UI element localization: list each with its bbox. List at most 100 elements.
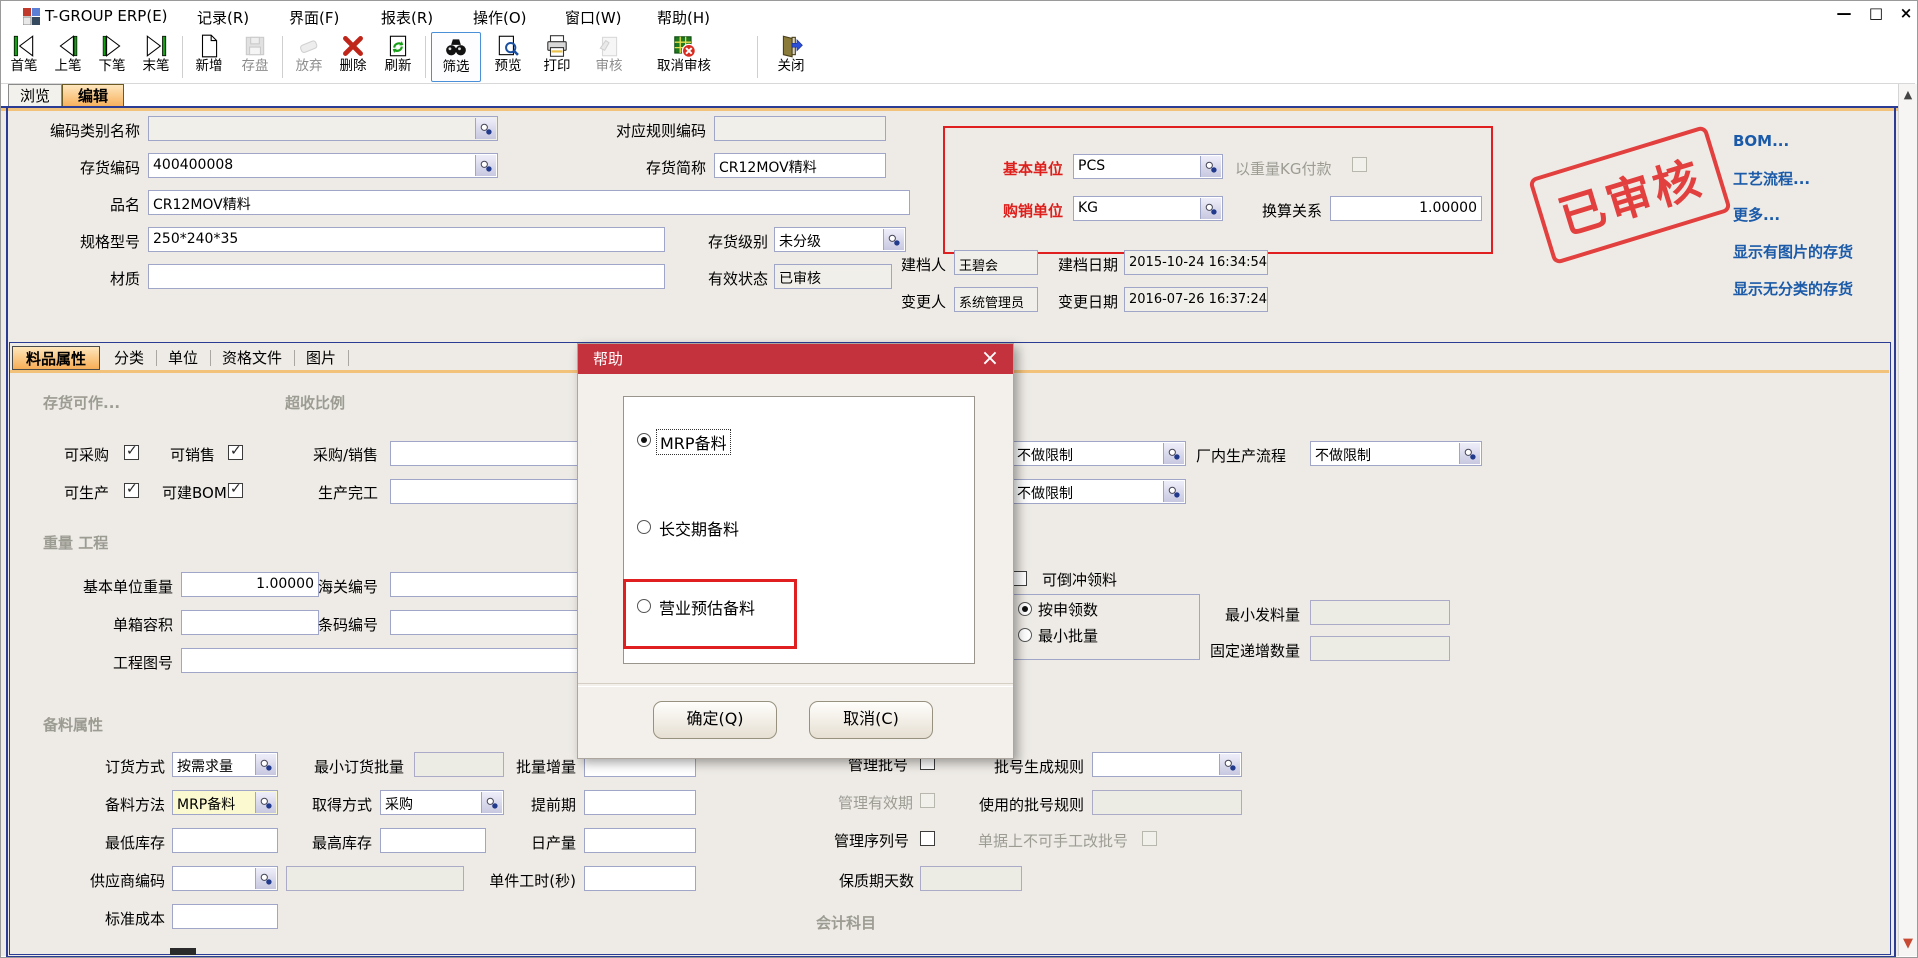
dialog-radio-mrp[interactable] — [637, 433, 651, 447]
coding-category-field[interactable] — [148, 116, 498, 141]
tab-edit[interactable]: 编辑 — [62, 84, 124, 108]
lookup-icon[interactable] — [1200, 156, 1221, 177]
prod-finish-field[interactable] — [390, 479, 590, 504]
can-bom-checkbox[interactable] — [228, 483, 243, 498]
purchasable-checkbox[interactable] — [124, 445, 139, 460]
factory-flow-field[interactable]: 不做限制 — [1310, 441, 1482, 466]
lookup-icon[interactable] — [475, 118, 496, 139]
menu-help[interactable]: 帮助(H) — [657, 7, 710, 28]
menu-window[interactable]: 窗口(W) — [565, 7, 622, 28]
producible-checkbox[interactable] — [124, 483, 139, 498]
supplier-field[interactable] — [172, 866, 278, 891]
batch-rule-field[interactable] — [1092, 752, 1242, 777]
spec-field[interactable]: 250*240*35 — [148, 227, 665, 252]
link-more[interactable]: 更多... — [1733, 204, 1780, 225]
lookup-icon[interactable] — [1163, 443, 1184, 464]
menu-action[interactable]: 操作(O) — [473, 7, 527, 28]
lookup-icon[interactable] — [1459, 443, 1480, 464]
link-show-unclassified[interactable]: 显示无分类的存货 — [1733, 278, 1853, 299]
link-show-with-images[interactable]: 显示有图片的存货 — [1733, 241, 1853, 262]
mgr-serial-checkbox[interactable] — [920, 831, 935, 846]
std-cost-field[interactable] — [172, 904, 278, 929]
restore-button[interactable]: □ — [1863, 4, 1889, 22]
lookup-icon[interactable] — [255, 868, 276, 889]
subtab-image[interactable]: 图片 — [298, 346, 344, 370]
lookup-icon[interactable] — [883, 229, 904, 250]
ok-button[interactable]: 确定(Q) — [653, 701, 777, 739]
base-unit-field[interactable]: PCS — [1073, 154, 1223, 179]
lookup-icon[interactable] — [1163, 481, 1184, 502]
toolbar-delete[interactable]: 删除 — [331, 32, 375, 80]
dialog-option-mrp-label[interactable]: MRP备料 — [656, 429, 731, 455]
close-button[interactable]: × — [1893, 4, 1918, 22]
barcode-field[interactable] — [390, 610, 590, 635]
dialog-option-forecast-label[interactable]: 营业预估备料 — [659, 595, 755, 619]
item-code-field[interactable]: 400400008 — [148, 153, 498, 178]
unit-time-field[interactable] — [584, 866, 696, 891]
toolbar-prev-record[interactable]: 上笔 — [47, 32, 89, 80]
scroll-down-icon[interactable]: ▼ — [1899, 936, 1917, 951]
toolbar-filter[interactable]: 筛选 — [431, 32, 481, 82]
toolbar-last-record[interactable]: 末笔 — [135, 32, 177, 80]
tab-browse[interactable]: 浏览 — [8, 84, 62, 107]
rule-code-field[interactable] — [714, 116, 886, 141]
scroll-up-icon[interactable]: ▲ — [1899, 88, 1917, 101]
trade-unit-field[interactable]: KG — [1073, 196, 1223, 221]
toolbar-next-record[interactable]: 下笔 — [91, 32, 133, 80]
menu-ui[interactable]: 界面(F) — [289, 7, 339, 28]
toolbar-cancel-audit[interactable]: 取消审核 — [637, 32, 731, 80]
limit-a-field[interactable]: 不做限制 — [1012, 441, 1186, 466]
by-request-radio[interactable] — [1018, 602, 1032, 616]
dialog-radio-long-lead[interactable] — [637, 520, 651, 534]
toolbar-preview[interactable]: 预览 — [485, 32, 531, 80]
hscroll-thumb[interactable] — [170, 948, 196, 955]
lookup-icon[interactable] — [481, 792, 502, 813]
subtab-category[interactable]: 分类 — [106, 346, 152, 370]
backup-method-field[interactable]: MRP备料 — [172, 790, 278, 815]
toolbar-close-form[interactable]: 关闭 — [765, 32, 817, 80]
purchase-sale-field[interactable] — [390, 441, 590, 466]
product-name-field[interactable]: CR12MOV精料 — [148, 190, 910, 215]
lookup-icon[interactable] — [1219, 754, 1240, 775]
daily-field[interactable] — [584, 828, 696, 853]
subtab-unit[interactable]: 单位 — [160, 346, 206, 370]
sellable-checkbox[interactable] — [228, 445, 243, 460]
level-field[interactable]: 未分级 — [774, 227, 906, 252]
lookup-icon[interactable] — [475, 155, 496, 176]
toolbar-print[interactable]: 打印 — [535, 32, 579, 80]
drawing-field[interactable] — [181, 648, 590, 673]
dialog-option-long-lead-label[interactable]: 长交期备料 — [659, 516, 739, 540]
backflush-checkbox[interactable] — [1012, 571, 1027, 586]
subtab-qualification[interactable]: 资格文件 — [214, 346, 290, 370]
material-field[interactable] — [148, 264, 665, 289]
dialog-radio-forecast[interactable] — [637, 599, 651, 613]
link-bom[interactable]: BOM... — [1733, 132, 1789, 150]
order-mode-field[interactable]: 按需求量 — [172, 752, 278, 777]
subtab-item-attrs[interactable]: 料品属性 — [12, 346, 100, 370]
minimize-button[interactable]: — — [1831, 4, 1857, 22]
max-stock-field[interactable] — [380, 828, 486, 853]
item-short-field[interactable]: CR12MOV精料 — [714, 153, 886, 178]
box-volume-field[interactable] — [181, 610, 319, 635]
vertical-scrollbar[interactable] — [1898, 84, 1918, 956]
toolbar-first-record[interactable]: 首笔 — [3, 32, 45, 80]
acquire-field[interactable]: 采购 — [380, 790, 504, 815]
menu-app[interactable]: T-GROUP ERP(E) — [45, 7, 168, 25]
lookup-icon[interactable] — [1200, 198, 1221, 219]
dialog-close-icon[interactable]: × — [977, 345, 1003, 373]
cancel-button[interactable]: 取消(C) — [809, 701, 933, 739]
lookup-icon[interactable] — [255, 754, 276, 775]
toolbar-refresh[interactable]: 刷新 — [375, 32, 421, 80]
lead-field[interactable] — [584, 790, 696, 815]
min-stock-field[interactable] — [172, 828, 278, 853]
base-weight-field[interactable]: 1.00000 — [181, 572, 319, 597]
min-lot-radio[interactable] — [1018, 628, 1032, 642]
conversion-field[interactable]: 1.00000 — [1330, 196, 1482, 221]
menu-report[interactable]: 报表(R) — [381, 7, 433, 28]
lookup-icon[interactable] — [255, 792, 276, 813]
toolbar-new[interactable]: 新增 — [187, 32, 231, 80]
limit-b-field[interactable]: 不做限制 — [1012, 479, 1186, 504]
menu-record[interactable]: 记录(R) — [197, 7, 249, 28]
dialog-title-bar[interactable]: 帮助 — [578, 344, 1013, 374]
link-process-flow[interactable]: 工艺流程... — [1733, 168, 1810, 189]
